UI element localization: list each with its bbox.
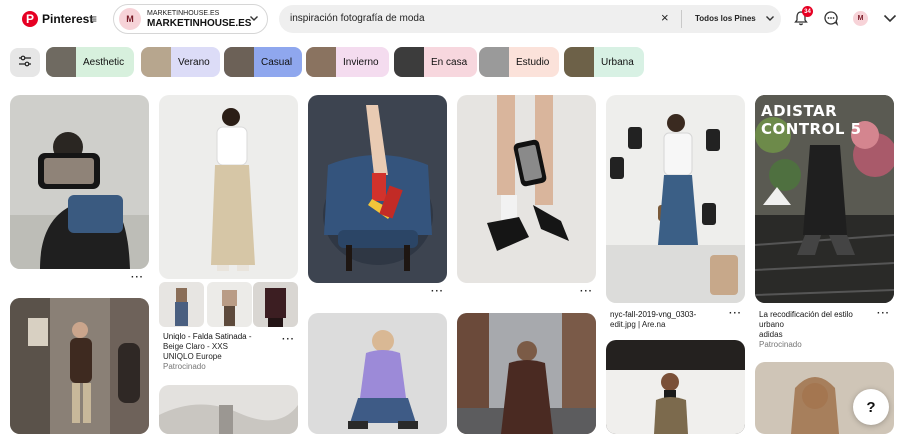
chip-label: Casual — [261, 56, 293, 68]
pin-photo — [159, 282, 204, 327]
pin-image[interactable] — [457, 95, 596, 283]
chip-thumbnail — [479, 47, 509, 77]
chevron-down-icon[interactable] — [765, 13, 775, 25]
pin-image[interactable] — [606, 95, 745, 303]
question-mark-icon: ? — [866, 398, 876, 416]
chip-thumbnail — [141, 47, 171, 77]
pin-photo — [159, 385, 298, 434]
pin-image[interactable] — [10, 298, 149, 434]
clear-search-icon[interactable]: × — [661, 10, 669, 25]
chip-thumbnail — [224, 47, 254, 77]
pin-photo — [207, 282, 252, 327]
pin-image[interactable]: ADISTAR CONTROL 5 — [755, 95, 894, 303]
more-options-icon[interactable]: ··· — [282, 334, 295, 345]
account-names: MARKETINHOUSE.ES MARKETINHOUSE.ES — [147, 10, 251, 29]
chip-aesthetic[interactable]: Aesthetic — [46, 47, 135, 77]
chip-estudio[interactable]: Estudio — [479, 47, 560, 77]
top-bar: P Pinterest ≡ M MARKETINHOUSE.ES MARKETI… — [0, 0, 904, 40]
pin-title-line-1: nyc-fall-2019-vng_0303- — [610, 310, 697, 319]
sponsored-label: Patrocinado — [759, 340, 802, 349]
help-button[interactable]: ? — [853, 389, 889, 425]
search-divider — [681, 10, 682, 28]
pin-image-variant[interactable] — [159, 282, 204, 327]
chip-casual[interactable]: Casual — [224, 47, 303, 77]
account-avatar: M — [119, 8, 141, 30]
pin-type-filter[interactable]: Todos los Pines — [695, 14, 756, 23]
search-bar[interactable]: inspiración fotografía de moda × Todos l… — [279, 5, 781, 33]
account-big-name: MARKETINHOUSE.ES — [147, 17, 252, 29]
pin-image[interactable] — [308, 313, 447, 434]
account-switcher[interactable]: M MARKETINHOUSE.ES MARKETINHOUSE.ES — [113, 4, 268, 34]
account-small-name: MARKETINHOUSE.ES — [147, 9, 220, 17]
pin-photo — [10, 95, 149, 269]
chevron-down-icon — [249, 13, 259, 26]
pin-caption[interactable]: nyc-fall-2019-vng_0303- edit.jpg | Are.n… — [610, 310, 696, 330]
more-options-icon[interactable]: ··· — [431, 286, 444, 297]
more-options-icon[interactable]: ··· — [729, 308, 742, 319]
menu-icon[interactable]: ≡ — [90, 12, 97, 26]
messages-icon[interactable] — [821, 8, 841, 28]
pin-title-line-1: La recodificación del estilo — [759, 310, 853, 319]
more-options-icon[interactable]: ··· — [877, 308, 890, 319]
chip-label: En casa — [431, 56, 468, 68]
pin-title-line-2: Beige Claro - XXS — [163, 342, 228, 351]
pin-photo — [457, 95, 596, 283]
sliders-icon — [18, 54, 32, 72]
search-input[interactable]: inspiración fotografía de moda — [290, 13, 425, 24]
pin-title-line-2: urbano — [759, 320, 784, 329]
pin-image[interactable] — [308, 95, 447, 283]
pin-title-line-2: edit.jpg | Are.na — [610, 320, 666, 329]
pinterest-logo[interactable]: P Pinterest — [22, 11, 93, 27]
pin-photo — [253, 282, 298, 327]
pin-image[interactable] — [606, 340, 745, 434]
chip-verano[interactable]: Verano — [141, 47, 220, 77]
pin-photo — [606, 340, 745, 434]
chip-thumbnail — [46, 47, 76, 77]
pin-photo — [308, 95, 447, 283]
pin-image[interactable] — [457, 313, 596, 434]
pin-photo — [159, 95, 298, 279]
more-options-icon[interactable]: ··· — [580, 286, 593, 297]
pinterest-logo-icon: P — [22, 11, 38, 27]
chip-label: Aesthetic — [83, 56, 125, 68]
pin-photo — [10, 298, 149, 434]
pin-image-variant[interactable] — [207, 282, 252, 327]
ad-overlay-text: ADISTAR CONTROL 5 — [761, 102, 862, 138]
pin-image[interactable] — [159, 385, 298, 434]
pin-photo — [308, 313, 447, 434]
chip-thumbnail — [394, 47, 424, 77]
pin-image[interactable] — [159, 95, 298, 279]
pin-caption[interactable]: La recodificación del estilo urbano adid… — [759, 310, 853, 350]
more-options-icon[interactable]: ··· — [131, 272, 144, 283]
chip-label: Invierno — [343, 56, 379, 68]
chip-invierno[interactable]: Invierno — [306, 47, 389, 77]
sponsored-label: Patrocinado — [163, 362, 206, 371]
pin-title-line-1: Uniqlo - Falda Satinada - — [163, 332, 252, 341]
pin-source: UNIQLO Europe — [163, 352, 222, 361]
pin-image[interactable] — [10, 95, 149, 269]
pin-image-variant[interactable] — [253, 282, 298, 327]
user-avatar[interactable]: M — [853, 11, 868, 26]
chip-label: Estudio — [516, 56, 550, 68]
chip-thumbnail — [306, 47, 336, 77]
chip-thumbnail — [564, 47, 594, 77]
chip-label: Urbana — [601, 56, 634, 68]
pin-caption[interactable]: Uniqlo - Falda Satinada - Beige Claro - … — [163, 332, 252, 372]
chip-label: Verano — [178, 56, 210, 68]
pin-photo — [606, 95, 745, 303]
filters-button[interactable] — [10, 48, 40, 77]
notification-badge: 34 — [802, 6, 813, 17]
pin-photo — [457, 313, 596, 434]
pin-source: adidas — [759, 330, 783, 339]
chevron-down-icon[interactable] — [880, 8, 900, 28]
logo-text: Pinterest — [42, 12, 94, 26]
chip-urbana[interactable]: Urbana — [564, 47, 644, 77]
chip-en-casa[interactable]: En casa — [394, 47, 478, 77]
